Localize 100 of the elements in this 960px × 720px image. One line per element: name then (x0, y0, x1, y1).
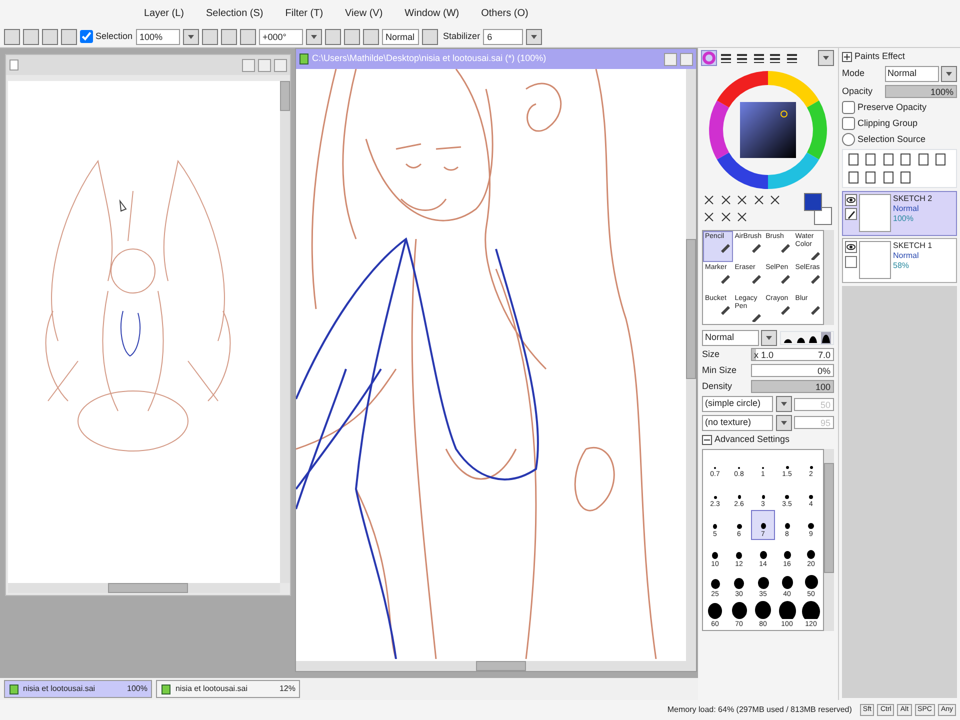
layer-item[interactable]: SKETCH 2 Normal 100% (842, 190, 957, 236)
selection-checkbox[interactable] (80, 30, 93, 43)
layer-opacity: 58% (893, 261, 910, 271)
layer-opacity: 100% (893, 214, 914, 224)
zoom-field[interactable]: 100% (136, 28, 180, 44)
color-wheel[interactable] (707, 68, 829, 190)
brush-dot-icon (712, 552, 718, 559)
slider-mode-icon[interactable] (768, 51, 782, 65)
color-wheel-mode-icon[interactable] (702, 51, 716, 65)
collapse-icon[interactable] (702, 434, 712, 445)
caret-icon (945, 71, 953, 77)
zoom-in-button[interactable] (220, 28, 237, 44)
expand-icon[interactable] (842, 52, 852, 62)
document-tab[interactable]: nisia et lootousai.sai 100% (4, 680, 152, 698)
dropdown-button[interactable] (776, 396, 792, 412)
stabilizer-field[interactable]: 6 (483, 28, 524, 44)
opacity-slider[interactable]: 100% (884, 84, 957, 98)
brush-dot-icon (758, 577, 768, 589)
radio-label[interactable]: Selection Source (858, 132, 926, 146)
brush-shape-icon[interactable] (820, 332, 830, 344)
eye-icon[interactable] (846, 194, 856, 204)
deselect-button[interactable] (42, 28, 58, 44)
caret-icon (530, 34, 538, 40)
menu-item[interactable]: Others (O) (477, 4, 532, 22)
rotate-left-button[interactable] (324, 28, 341, 44)
checkbox-label[interactable]: Clipping Group (858, 116, 918, 130)
foreground-color-swatch[interactable] (804, 193, 822, 211)
memory-status: Memory load: 64% (297MB used / 813MB reserved) (667, 704, 852, 716)
reset-zoom-button[interactable] (240, 28, 256, 44)
checkbox[interactable] (842, 116, 855, 130)
caret-icon (186, 34, 195, 40)
layer-mode: Normal (893, 204, 920, 214)
brush-shape-select[interactable]: (simple circle) (702, 396, 773, 412)
brush-dot-icon (736, 524, 742, 529)
advanced-settings-label[interactable]: Advanced Settings (714, 433, 790, 446)
zoom-out-button[interactable] (202, 28, 218, 44)
brush-dot-icon (786, 466, 788, 469)
brush-dot-icon (810, 466, 812, 469)
setting-label: Size (702, 348, 721, 361)
layer-mode-select[interactable]: Normal (884, 66, 938, 82)
dropdown-button[interactable] (761, 330, 777, 346)
density-value: 100 (815, 382, 830, 392)
caret-icon (780, 420, 788, 426)
brush-dot-icon (713, 524, 717, 529)
sizes-scrollbar[interactable] (824, 449, 834, 631)
radio-button[interactable] (842, 132, 855, 146)
layer-mode: Normal (893, 251, 920, 261)
horizontal-scrollbar[interactable] (296, 661, 696, 671)
invert-button[interactable] (61, 28, 77, 44)
checkbox[interactable] (842, 100, 855, 114)
layer-item[interactable]: SKETCH 1 Normal 58% (842, 238, 957, 283)
dropdown-button[interactable] (526, 28, 542, 44)
reset-rotation-button[interactable] (362, 28, 379, 44)
rotation-field[interactable]: +000° (258, 28, 303, 44)
redo-button[interactable] (23, 28, 39, 44)
brush-dot-icon (785, 495, 789, 499)
texture-select[interactable]: (no texture) (702, 414, 773, 430)
brush-dot-icon (738, 495, 740, 499)
flip-button[interactable] (422, 28, 438, 44)
menu-item[interactable]: Window (W) (400, 4, 464, 22)
brush-dot-icon (736, 552, 742, 559)
menu-item[interactable]: Selection (S) (202, 4, 268, 22)
size-slider[interactable]: x 1.0 7.0 (750, 348, 834, 362)
panel-title: Paints Effect (854, 50, 905, 63)
setting-label: Min Size (702, 364, 738, 377)
vertical-scrollbar[interactable] (280, 81, 290, 583)
eye-icon[interactable] (846, 242, 856, 252)
checkbox-label[interactable]: Preserve Opacity (858, 100, 927, 114)
slider-mode-icon[interactable] (784, 51, 798, 65)
dropdown-button[interactable] (818, 50, 834, 66)
menu-item[interactable]: Layer (L) (140, 4, 188, 22)
window-title: C:\Users\Mathilde\Desktop\nisia et lootousai.sai (*) (100%) (312, 52, 548, 66)
checkbox-label[interactable]: Selection (96, 30, 133, 44)
tools-scrollbar[interactable] (824, 230, 834, 324)
layer-name: SKETCH 1 (893, 241, 932, 251)
layer-thumbnail (859, 241, 891, 279)
stabilizer-label: Stabilizer (443, 30, 480, 43)
dropdown-button[interactable] (941, 66, 957, 82)
undo-button[interactable] (4, 28, 20, 44)
caret-icon (310, 34, 318, 40)
min-size-field[interactable]: 0% (750, 364, 834, 378)
slider-mode-icon[interactable] (752, 51, 766, 65)
menu-item[interactable]: View (V) (341, 4, 387, 22)
rotate-right-button[interactable] (344, 28, 360, 44)
brush-dot-icon (807, 550, 815, 559)
slider-mode-icon[interactable] (718, 51, 732, 65)
brush-dot-icon (732, 602, 746, 619)
blend-mode-select[interactable]: Normal (702, 330, 758, 346)
caret-icon (780, 401, 788, 407)
document-tab[interactable]: nisia et lootousai.sai 12% (156, 680, 300, 698)
dropdown-button[interactable] (776, 414, 792, 430)
dropdown-button[interactable] (182, 28, 199, 44)
menu-item[interactable]: Filter (T) (281, 4, 328, 22)
slider-mode-icon[interactable] (735, 51, 749, 65)
dropdown-button[interactable] (306, 28, 322, 44)
horizontal-scrollbar[interactable] (8, 583, 280, 593)
density-slider[interactable]: 100 (750, 380, 834, 394)
vertical-scrollbar[interactable] (686, 69, 696, 661)
background-color-swatch[interactable] (814, 207, 832, 225)
blend-mode-field[interactable]: Normal (382, 28, 419, 44)
